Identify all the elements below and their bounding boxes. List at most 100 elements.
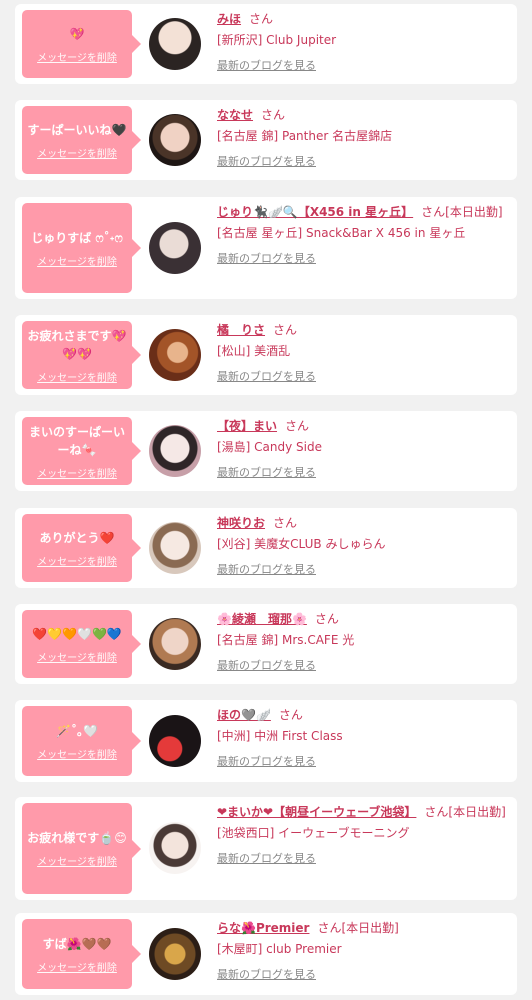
message-bubble: ありがとう❤️ メッセージを削除 xyxy=(22,514,141,582)
entry-info: らな🌺Premier さん[本日出勤] [木屋町] club Premier 最新… xyxy=(217,920,509,983)
message-text: ❤️💛🧡🤍💚💙 xyxy=(32,626,122,641)
blog-link[interactable]: 最新のブログを見る xyxy=(217,57,509,74)
delete-message-link[interactable]: メッセージを削除 xyxy=(37,959,117,974)
message-text: まいのすーぱーいーね🍬 xyxy=(28,424,125,457)
avatar[interactable] xyxy=(149,222,201,274)
status-text: [本日出勤] xyxy=(341,921,399,935)
delete-message-link[interactable]: メッセージを削除 xyxy=(37,465,117,480)
message-text: 🪄˚｡🤍 xyxy=(56,723,98,738)
message-card: すば🌺🤎🤎 メッセージを削除 らな🌺Premier さん[本日出勤] [木屋町] … xyxy=(15,913,517,995)
message-bubble: まいのすーぱーいーね🍬 メッセージを削除 xyxy=(22,417,141,485)
avatar[interactable] xyxy=(149,18,201,70)
honorific: さん xyxy=(317,921,342,935)
message-card: お疲れ様です🍵😊 メッセージを削除 ❤まいか❤【朝昼イーウェーブ池袋】 さん[本日… xyxy=(15,797,517,900)
blog-link[interactable]: 最新のブログを見る xyxy=(217,153,509,170)
blog-link[interactable]: 最新のブログを見る xyxy=(217,561,509,578)
cast-name-link[interactable]: 🌸綾瀬 瑠那🌸 xyxy=(217,612,307,626)
honorific: さん xyxy=(278,708,303,722)
avatar[interactable] xyxy=(149,928,201,980)
status-text: [本日出勤] xyxy=(448,805,506,819)
avatar[interactable] xyxy=(149,522,201,574)
blog-link[interactable]: 最新のブログを見る xyxy=(217,753,509,770)
entry-info: じゅり🐈‍⬛🪽🔍【X456 in 星ヶ丘】 さん[本日出勤] [名古屋 星ヶ丘] … xyxy=(217,204,509,267)
shop-text: [名古屋 錦] Mrs.CAFE 光 xyxy=(217,633,355,647)
shop-text: [中洲] 中洲 First Class xyxy=(217,729,343,743)
blog-link[interactable]: 最新のブログを見る xyxy=(217,464,509,481)
avatar[interactable] xyxy=(149,425,201,477)
entry-info: みほ さん [新所沢] Club Jupiter 最新のブログを見る xyxy=(217,11,509,74)
message-card: じゅりすば ෆ˚˖ෆ メッセージを削除 じゅり🐈‍⬛🪽🔍【X456 in 星ヶ丘… xyxy=(15,197,517,299)
avatar[interactable] xyxy=(149,822,201,874)
avatar[interactable] xyxy=(149,715,201,767)
delete-message-link[interactable]: メッセージを削除 xyxy=(37,369,117,384)
entry-info: 神咲りお さん [刈谷] 美魔女CLUB みしゅらん 最新のブログを見る xyxy=(217,515,509,578)
shop-text: [名古屋 錦] Panther 名古屋錦店 xyxy=(217,129,393,143)
delete-message-link[interactable]: メッセージを削除 xyxy=(37,49,117,64)
blog-link[interactable]: 最新のブログを見る xyxy=(217,368,509,385)
message-text: すーぱーいいね🖤 xyxy=(27,122,127,137)
delete-message-link[interactable]: メッセージを削除 xyxy=(37,553,117,568)
blog-link[interactable]: 最新のブログを見る xyxy=(217,250,509,267)
blog-link[interactable]: 最新のブログを見る xyxy=(217,657,509,674)
blog-link[interactable]: 最新のブログを見る xyxy=(217,966,509,983)
message-card: お疲れさまです💖💖💖 メッセージを削除 橘 りさ さん [松山] 美酒乱 最新のブ… xyxy=(15,315,517,395)
message-text: お疲れさまです💖💖💖 xyxy=(27,328,127,361)
message-card: ありがとう❤️ メッセージを削除 神咲りお さん [刈谷] 美魔女CLUB みしゅ… xyxy=(15,508,517,588)
shop-text: [松山] 美酒乱 xyxy=(217,344,291,358)
entry-info: 🌸綾瀬 瑠那🌸 さん [名古屋 錦] Mrs.CAFE 光 最新のブログを見る xyxy=(217,611,509,674)
message-bubble: 🪄˚｡🤍 メッセージを削除 xyxy=(22,706,141,776)
honorific: さん xyxy=(249,12,274,26)
message-card: 💖 メッセージを削除 みほ さん [新所沢] Club Jupiter 最新のブロ… xyxy=(15,4,517,84)
shop-text: [湯島] Candy Side xyxy=(217,440,323,454)
delete-message-link[interactable]: メッセージを削除 xyxy=(37,253,117,268)
message-bubble: お疲れさまです💖💖💖 メッセージを削除 xyxy=(22,321,141,389)
message-card: すーぱーいいね🖤 メッセージを削除 ななせ さん [名古屋 錦] Panther … xyxy=(15,100,517,180)
honorific: さん xyxy=(261,108,286,122)
avatar[interactable] xyxy=(149,329,201,381)
delete-message-link[interactable]: メッセージを削除 xyxy=(37,649,117,664)
honorific: さん xyxy=(273,323,298,337)
cast-name-link[interactable]: みほ xyxy=(217,12,241,26)
delete-message-link[interactable]: メッセージを削除 xyxy=(37,853,117,868)
honorific: さん xyxy=(285,419,310,433)
cast-name-link[interactable]: 神咲りお xyxy=(217,516,265,530)
message-card: ❤️💛🧡🤍💚💙 メッセージを削除 🌸綾瀬 瑠那🌸 さん [名古屋 錦] Mrs.C… xyxy=(15,604,517,684)
avatar[interactable] xyxy=(149,114,201,166)
cast-name-link[interactable]: 【夜】まい xyxy=(217,419,277,433)
message-text: ありがとう❤️ xyxy=(39,530,115,545)
message-card: 🪄˚｡🤍 メッセージを削除 ほの🩶🪽 さん [中洲] 中洲 First Class… xyxy=(15,700,517,782)
honorific: さん xyxy=(421,205,446,219)
message-bubble: じゅりすば ෆ˚˖ෆ メッセージを削除 xyxy=(22,203,141,293)
cast-name-link[interactable]: ❤まいか❤【朝昼イーウェーブ池袋】 xyxy=(217,805,416,819)
cast-name-link[interactable]: じゅり🐈‍⬛🪽🔍【X456 in 星ヶ丘】 xyxy=(217,205,413,219)
message-bubble: 💖 メッセージを削除 xyxy=(22,10,141,78)
entry-info: ななせ さん [名古屋 錦] Panther 名古屋錦店 最新のブログを見る xyxy=(217,107,509,170)
entry-info: 橘 りさ さん [松山] 美酒乱 最新のブログを見る xyxy=(217,322,509,385)
cast-name-link[interactable]: 橘 りさ xyxy=(217,323,265,337)
status-text: [本日出勤] xyxy=(445,205,503,219)
honorific: さん xyxy=(424,805,449,819)
message-text: 💖 xyxy=(69,26,85,41)
shop-text: [木屋町] club Premier xyxy=(217,942,342,956)
shop-text: [池袋西口] イーウェーブモーニング xyxy=(217,826,410,840)
message-text: じゅりすば ෆ˚˖ෆ xyxy=(31,230,123,245)
honorific: さん xyxy=(314,612,339,626)
message-bubble: すば🌺🤎🤎 メッセージを削除 xyxy=(22,919,141,989)
message-bubble: ❤️💛🧡🤍💚💙 メッセージを削除 xyxy=(22,610,141,678)
delete-message-link[interactable]: メッセージを削除 xyxy=(37,145,117,160)
avatar[interactable] xyxy=(149,618,201,670)
honorific: さん xyxy=(273,516,298,530)
cast-name-link[interactable]: ななせ xyxy=(217,108,253,122)
message-text: お疲れ様です🍵😊 xyxy=(27,831,127,845)
delete-message-link[interactable]: メッセージを削除 xyxy=(37,746,117,761)
entry-info: ほの🩶🪽 さん [中洲] 中洲 First Class 最新のブログを見る xyxy=(217,707,509,770)
cast-name-link[interactable]: らな🌺Premier xyxy=(217,921,309,935)
message-card: まいのすーぱーいーね🍬 メッセージを削除 【夜】まい さん [湯島] Candy … xyxy=(15,411,517,491)
shop-text: [刈谷] 美魔女CLUB みしゅらん xyxy=(217,537,386,551)
shop-text: [新所沢] Club Jupiter xyxy=(217,33,337,47)
entry-info: 【夜】まい さん [湯島] Candy Side 最新のブログを見る xyxy=(217,418,509,481)
cast-name-link[interactable]: ほの🩶🪽 xyxy=(217,708,271,722)
message-text: すば🌺🤎🤎 xyxy=(42,936,112,951)
shop-text: [名古屋 星ヶ丘] Snack&Bar X 456 in 星ヶ丘 xyxy=(217,226,466,240)
blog-link[interactable]: 最新のブログを見る xyxy=(217,850,509,867)
